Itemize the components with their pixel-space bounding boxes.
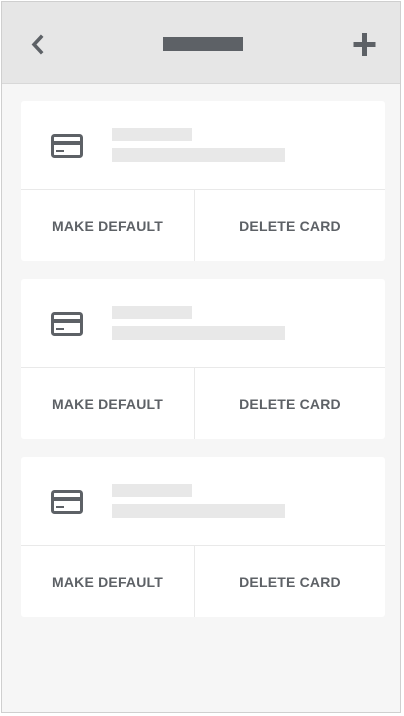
card-name-placeholder [112, 306, 192, 319]
make-default-button[interactable]: MAKE DEFAULT [21, 546, 195, 617]
plus-icon [353, 33, 376, 56]
back-button[interactable] [24, 30, 54, 60]
credit-card-icon [51, 490, 83, 519]
card-number-placeholder [112, 148, 285, 162]
phone-frame: MAKE DEFAULT DELETE CARD MAKE DEFAULT DE… [1, 1, 401, 713]
payment-card: MAKE DEFAULT DELETE CARD [21, 279, 385, 439]
card-info [21, 457, 385, 546]
delete-card-button[interactable]: DELETE CARD [195, 546, 385, 617]
make-default-button[interactable]: MAKE DEFAULT [21, 190, 195, 261]
delete-card-button[interactable]: DELETE CARD [195, 368, 385, 439]
card-number-placeholder [112, 504, 285, 518]
card-name-placeholder [112, 128, 192, 141]
page-title-placeholder [163, 37, 243, 51]
card-info [21, 101, 385, 190]
chevron-left-icon [31, 34, 44, 55]
credit-card-icon [51, 312, 83, 341]
card-number-placeholder [112, 326, 285, 340]
card-actions: MAKE DEFAULT DELETE CARD [21, 368, 385, 439]
delete-card-button[interactable]: DELETE CARD [195, 190, 385, 261]
add-card-button[interactable] [350, 30, 380, 60]
top-app-bar [2, 2, 400, 84]
card-name-placeholder [112, 484, 192, 497]
payment-card: MAKE DEFAULT DELETE CARD [21, 457, 385, 617]
payment-card: MAKE DEFAULT DELETE CARD [21, 101, 385, 261]
card-actions: MAKE DEFAULT DELETE CARD [21, 190, 385, 261]
card-info [21, 279, 385, 368]
make-default-button[interactable]: MAKE DEFAULT [21, 368, 195, 439]
card-actions: MAKE DEFAULT DELETE CARD [21, 546, 385, 617]
credit-card-icon [51, 134, 83, 163]
